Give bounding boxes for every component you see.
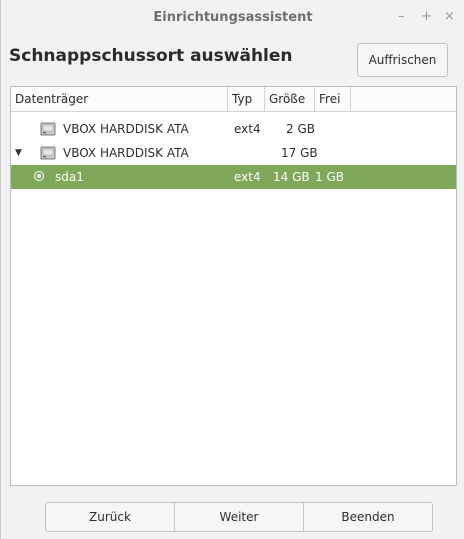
column-header-disk[interactable]: Datenträger — [11, 87, 228, 111]
disk-type: ext4 — [234, 122, 261, 136]
disk-size: 17 GB — [281, 146, 318, 160]
partition-name: sda1 — [55, 170, 84, 184]
partition-size: 14 GB — [273, 170, 310, 184]
title-bar: Einrichtungsassistent – + × — [1, 0, 464, 34]
maximize-icon[interactable]: + — [421, 9, 432, 24]
page-title: Schnappschussort auswählen — [9, 46, 293, 66]
table-row[interactable]: VBOX HARDDISK ATA ext4 2 GB — [11, 117, 456, 141]
radio-selected-icon[interactable] — [34, 171, 44, 181]
column-header-free[interactable]: Frei — [315, 87, 351, 111]
harddisk-icon — [40, 146, 56, 160]
table-header: Datenträger Typ Größe Frei — [11, 87, 456, 112]
disk-name: VBOX HARDDISK ATA — [63, 122, 189, 136]
disk-name: VBOX HARDDISK ATA — [63, 146, 189, 160]
navigation-button-group: Zurück Weiter Beenden — [45, 502, 433, 532]
partition-free: 1 GB — [315, 170, 344, 184]
expander-arrow-icon[interactable]: ▼ — [15, 141, 22, 165]
close-icon[interactable]: × — [444, 9, 455, 24]
table-row-selected[interactable]: sda1 ext4 14 GB 1 GB — [11, 165, 456, 189]
minimize-icon[interactable]: – — [398, 9, 405, 24]
back-button[interactable]: Zurück — [46, 503, 174, 531]
window-title: Einrichtungsassistent — [153, 9, 313, 25]
setup-wizard-window: Einrichtungsassistent – + × Schnappschus… — [0, 0, 464, 539]
partition-type: ext4 — [234, 170, 261, 184]
column-header-type[interactable]: Typ — [228, 87, 265, 111]
column-header-size[interactable]: Größe — [265, 87, 315, 111]
next-button[interactable]: Weiter — [174, 503, 303, 531]
disk-size: 2 GB — [286, 122, 315, 136]
harddisk-icon — [40, 122, 56, 136]
table-row[interactable]: ▼ VBOX HARDDISK ATA 17 GB — [11, 141, 456, 165]
refresh-button[interactable]: Auffrischen — [357, 43, 448, 77]
finish-button[interactable]: Beenden — [303, 503, 432, 531]
disk-table[interactable]: Datenträger Typ Größe Frei VBOX HARDDISK… — [10, 86, 457, 486]
